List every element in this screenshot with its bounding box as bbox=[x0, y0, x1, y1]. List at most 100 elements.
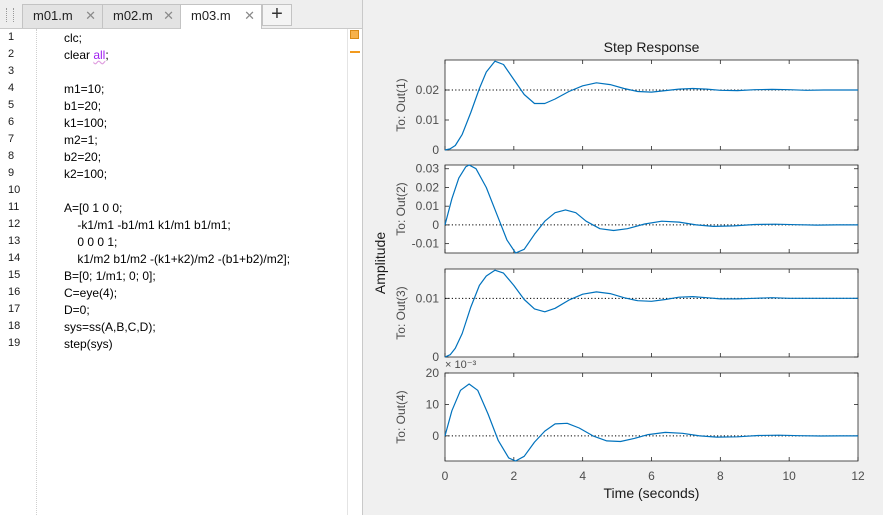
y-tick-label: 0 bbox=[432, 429, 439, 443]
y-tick-label: 0.01 bbox=[416, 113, 440, 127]
y-tick-label: 0.01 bbox=[416, 291, 440, 305]
y-tick-label: 0.02 bbox=[416, 180, 440, 194]
y-tick-label: 0.02 bbox=[416, 83, 440, 97]
add-tab-button[interactable]: + bbox=[262, 4, 292, 26]
code-text: D=0; bbox=[64, 303, 90, 317]
warning-marker[interactable] bbox=[350, 51, 360, 53]
y-tick-label: -0.01 bbox=[412, 237, 440, 251]
x-axis-label: Time (seconds) bbox=[604, 485, 700, 501]
code-line[interactable]: b1=20; bbox=[64, 99, 101, 113]
code-line[interactable]: m2=1; bbox=[64, 133, 98, 147]
x-tick-label: 4 bbox=[579, 469, 586, 483]
exponent-label: × 10⁻³ bbox=[445, 359, 477, 371]
axes-box bbox=[444, 372, 859, 462]
y-tick-label: 10 bbox=[426, 397, 440, 411]
code-text: -k1/m1 -b1/m1 k1/m1 b1/m1; bbox=[64, 218, 231, 232]
code-text: 0 0 0 1; bbox=[64, 235, 118, 249]
code-text: sys=ss(A,B,C,D); bbox=[64, 320, 156, 334]
line-number: 14 bbox=[8, 252, 21, 264]
code-fold-strip bbox=[36, 29, 38, 515]
y-tick-label: 0.01 bbox=[416, 199, 440, 213]
code-line[interactable]: b2=20; bbox=[64, 150, 101, 164]
output-label: To: Out(3) bbox=[394, 286, 408, 339]
code-line[interactable]: sys=ss(A,B,C,D); bbox=[64, 320, 156, 334]
code-line[interactable]: 0 0 0 1; bbox=[64, 235, 117, 249]
y-tick-label: 0 bbox=[432, 350, 439, 364]
line-number: 12 bbox=[8, 218, 21, 230]
line-number: 7 bbox=[8, 133, 15, 145]
code-line[interactable]: k1=100; bbox=[64, 116, 107, 130]
y-tick-label: 0 bbox=[432, 143, 439, 157]
output-label: To: Out(4) bbox=[394, 390, 408, 443]
line-number: 18 bbox=[8, 320, 21, 332]
code-line[interactable]: A=[0 1 0 0; bbox=[64, 201, 122, 215]
code-line[interactable]: k1/m2 b1/m2 -(k1+k2)/m2 -(b1+b2)/m2]; bbox=[64, 252, 290, 266]
figure-window: Step Response Time (seconds) Amplitude 0 0.0… bbox=[363, 0, 883, 515]
axes-box bbox=[444, 59, 859, 151]
code-text: b2=20; bbox=[64, 150, 102, 164]
x-tick-label: 8 bbox=[717, 469, 724, 483]
code-line[interactable]: clear all; bbox=[64, 48, 109, 62]
line-number: 16 bbox=[8, 286, 21, 298]
x-tick-label: 10 bbox=[782, 469, 796, 483]
x-tick-label: 6 bbox=[648, 469, 655, 483]
line-number: 6 bbox=[8, 116, 15, 128]
code-text: m2=1; bbox=[64, 133, 98, 147]
line-number: 3 bbox=[8, 65, 15, 77]
x-tick-label: 0 bbox=[442, 469, 449, 483]
x-tick-label: 2 bbox=[510, 469, 517, 483]
code-text: k1=100; bbox=[64, 116, 108, 130]
close-icon[interactable]: ✕ bbox=[85, 5, 96, 27]
step-response-plot: Step Response Time (seconds) Amplitude 0 0.0… bbox=[372, 39, 865, 501]
chart-title: Step Response bbox=[604, 39, 700, 55]
code-line[interactable]: m1=10; bbox=[64, 82, 104, 96]
string-literal: all bbox=[93, 48, 106, 62]
line-number: 4 bbox=[8, 82, 15, 94]
line-number: 10 bbox=[8, 184, 21, 196]
code-text: C=eye(4); bbox=[64, 286, 118, 300]
line-number: 19 bbox=[8, 337, 21, 349]
tab-m02[interactable]: m02.m ✕ bbox=[102, 4, 181, 28]
line-number: 11 bbox=[8, 201, 20, 213]
code-text: A=[0 1 0 0; bbox=[64, 201, 123, 215]
line-number: 9 bbox=[8, 167, 15, 179]
code-text: k2=100; bbox=[64, 167, 108, 181]
tab-label: m02.m bbox=[113, 8, 153, 23]
x-tick-label: 12 bbox=[851, 469, 865, 483]
editor-tab-bar: m01.m ✕ m02.m ✕ m03.m ✕ + bbox=[0, 0, 363, 29]
output-label: To: Out(2) bbox=[394, 182, 408, 235]
line-number: 5 bbox=[8, 99, 15, 111]
code-line[interactable]: k2=100; bbox=[64, 167, 107, 181]
y-axis-label: Amplitude bbox=[372, 232, 388, 294]
line-number: 8 bbox=[8, 150, 15, 162]
line-number: 17 bbox=[8, 303, 21, 315]
line-number: 13 bbox=[8, 235, 21, 247]
axes-box bbox=[444, 268, 859, 358]
code-line[interactable]: D=0; bbox=[64, 303, 90, 317]
code-line[interactable]: -k1/m1 -b1/m1 k1/m1 b1/m1; bbox=[64, 218, 231, 232]
tab-label: m01.m bbox=[33, 8, 73, 23]
code-text: clear bbox=[64, 48, 94, 62]
line-number: 1 bbox=[8, 31, 15, 43]
code-line[interactable]: clc; bbox=[64, 31, 82, 45]
close-icon[interactable]: ✕ bbox=[244, 5, 255, 27]
code-text: ; bbox=[105, 48, 109, 62]
tab-m01[interactable]: m01.m ✕ bbox=[22, 4, 103, 28]
line-number-gutter: 1 2 3 4 5 6 7 8 9 10 11 12 13 14 15 16 17 18 19 bbox=[0, 29, 36, 515]
message-bar[interactable] bbox=[347, 29, 363, 515]
code-text: clc; bbox=[64, 31, 82, 45]
tab-m03[interactable]: m03.m ✕ bbox=[180, 4, 262, 29]
code-text: m1=10; bbox=[64, 82, 105, 96]
tab-label: m03.m bbox=[191, 8, 231, 23]
code-line[interactable]: step(sys) bbox=[64, 337, 113, 351]
code-text: step(sys) bbox=[64, 337, 113, 351]
warning-indicator-icon[interactable] bbox=[350, 30, 359, 39]
y-tick-label: 20 bbox=[426, 366, 440, 380]
drag-grip-icon[interactable] bbox=[6, 8, 14, 22]
code-line[interactable]: B=[0; 1/m1; 0; 0]; bbox=[64, 269, 156, 283]
y-tick-label: 0.03 bbox=[416, 162, 440, 176]
close-icon[interactable]: ✕ bbox=[163, 5, 174, 27]
code-editor[interactable]: m01.m ✕ m02.m ✕ m03.m ✕ + 1 2 3 4 5 6 7 8 9 10 11 1… bbox=[0, 0, 363, 515]
code-text: b1=20; bbox=[64, 99, 102, 113]
code-line[interactable]: C=eye(4); bbox=[64, 286, 117, 300]
